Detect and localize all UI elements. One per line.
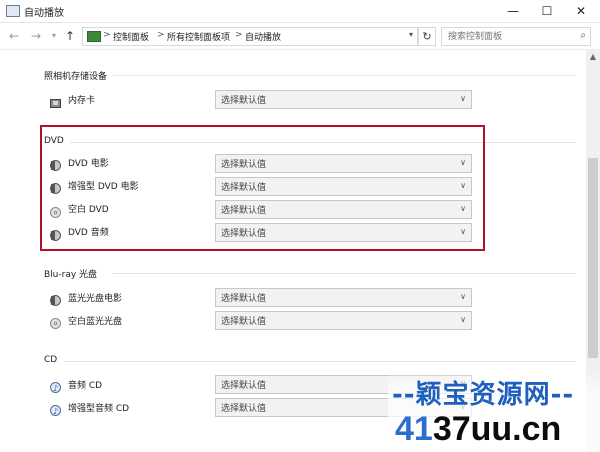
address-dropdown-icon[interactable]: ▾ — [409, 30, 413, 39]
back-arrow-icon[interactable]: ← — [6, 27, 22, 45]
item-label-bluray-movie: 蓝光光盘电影 — [68, 294, 123, 304]
watermark-url: 4137uu.cn — [395, 410, 561, 449]
item-label-blank-bluray: 空白蓝光光盘 — [68, 317, 123, 327]
breadcrumb-separator: > — [157, 30, 165, 40]
up-arrow-icon[interactable]: ↑ — [62, 27, 78, 45]
item-label-memory-card: 内存卡 — [68, 96, 96, 106]
forward-arrow-icon[interactable]: → — [28, 27, 44, 45]
search-icon[interactable]: ⌕ — [580, 30, 586, 41]
navigation-bar: ← → ▾ ↑ > 控制面板 > 所有控制面板项 > 自动播放 ▾ ↻ ⌕ — [0, 23, 600, 50]
blank-bluray-icon — [50, 314, 61, 329]
section-title-camera-storage: 照相机存储设备 — [44, 72, 108, 82]
watermark-url-domain: 37uu.cn — [432, 410, 562, 448]
item-label-audio-cd: 音频 CD — [68, 381, 103, 391]
breadcrumb-control-panel[interactable]: 控制面板 — [113, 30, 149, 43]
select-value: 选择默认值 — [221, 381, 267, 391]
minimize-button[interactable]: — — [496, 0, 530, 22]
section-title-bluray: Blu-ray 光盘 — [44, 270, 98, 280]
item-label-enhanced-audio-cd: 增强型音频 CD — [68, 404, 130, 414]
bluray-movie-default-select[interactable]: 选择默认值 ∨ — [215, 288, 472, 307]
address-bar[interactable]: > 控制面板 > 所有控制面板项 > 自动播放 ▾ — [82, 27, 418, 46]
breadcrumb-all-items[interactable]: 所有控制面板项 — [167, 30, 230, 43]
scrollbar-thumb[interactable] — [588, 158, 598, 358]
select-value: 选择默认值 — [221, 317, 267, 327]
chevron-down-icon: ∨ — [460, 292, 466, 301]
recent-locations-chevron-icon[interactable]: ▾ — [46, 27, 62, 45]
chevron-down-icon: ∨ — [460, 94, 466, 103]
select-value: 选择默认值 — [221, 404, 267, 414]
audio-cd-icon: ♪ — [50, 378, 61, 393]
scroll-up-arrow-icon[interactable]: ▲ — [586, 50, 600, 64]
autoplay-app-icon — [6, 5, 20, 17]
memory-card-icon — [50, 94, 61, 108]
select-value: 选择默认值 — [221, 294, 267, 304]
blank-bluray-default-select[interactable]: 选择默认值 ∨ — [215, 311, 472, 330]
chevron-down-icon: ∨ — [460, 315, 466, 324]
svg-text:♪: ♪ — [53, 407, 58, 416]
section-divider — [112, 75, 576, 76]
memory-card-default-select[interactable]: 选择默认值 ∨ — [215, 90, 472, 109]
select-value: 选择默认值 — [221, 96, 267, 106]
refresh-icon[interactable]: ↻ — [418, 27, 436, 46]
watermark-url-prefix: 41 — [395, 410, 433, 448]
breadcrumb-autoplay[interactable]: 自动播放 — [245, 30, 281, 43]
dvd-highlight-box — [40, 125, 485, 251]
control-panel-icon — [87, 31, 101, 42]
close-button[interactable]: ✕ — [564, 0, 598, 22]
search-box[interactable]: ⌕ — [441, 27, 591, 46]
breadcrumb-separator: > — [235, 30, 243, 40]
bluray-movie-icon — [50, 291, 61, 306]
title-bar: 自动播放 — ☐ ✕ — [0, 0, 600, 23]
enhanced-audio-cd-icon: ♪ — [50, 401, 61, 416]
svg-text:♪: ♪ — [53, 384, 58, 393]
search-input[interactable] — [446, 29, 568, 45]
breadcrumb-separator: > — [103, 30, 111, 40]
window-title: 自动播放 — [24, 8, 64, 19]
watermark-site-title: --颖宝资源网-- — [392, 380, 575, 410]
maximize-button[interactable]: ☐ — [530, 0, 564, 22]
section-title-cd: CD — [44, 355, 58, 365]
section-divider — [64, 361, 576, 362]
section-divider — [112, 273, 576, 274]
